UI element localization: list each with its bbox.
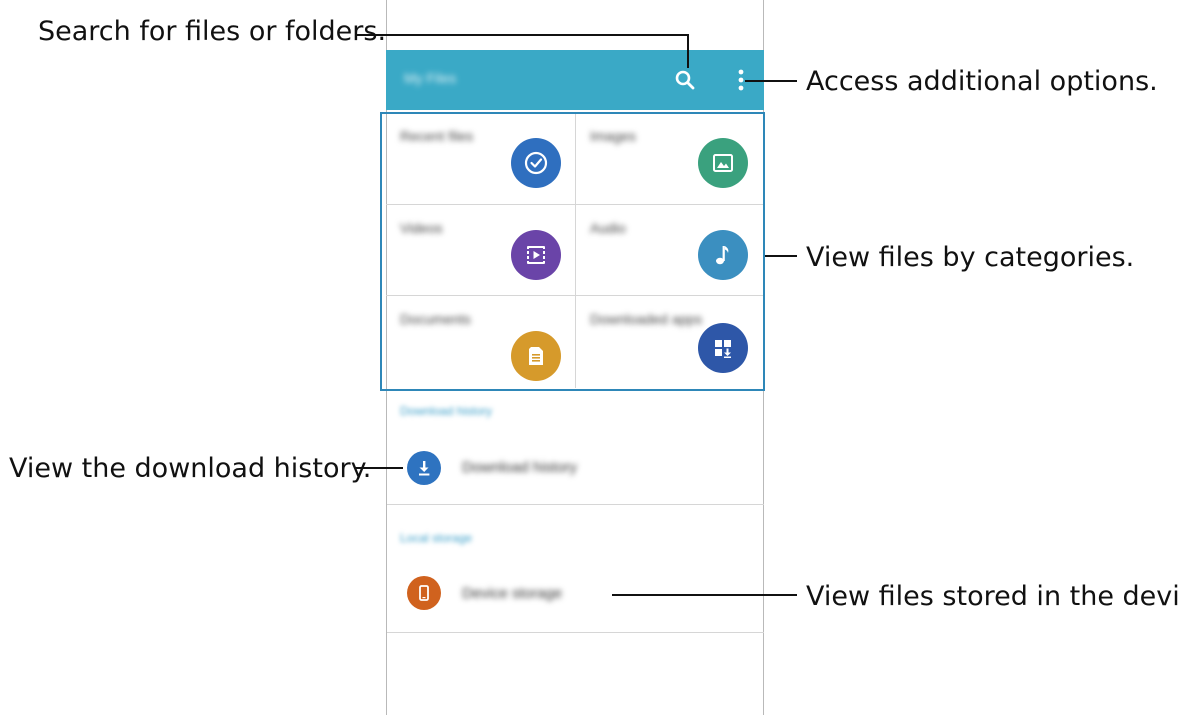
callout-line <box>355 467 403 469</box>
annotation-options: Access additional options. <box>806 66 1158 97</box>
search-icon[interactable] <box>669 64 701 96</box>
row-divider <box>387 504 764 505</box>
annotation-search: Search for files or folders. <box>38 16 387 47</box>
app-bar: My Files <box>386 50 764 110</box>
row-divider <box>387 632 764 633</box>
download-history-item[interactable]: Download history <box>462 459 577 476</box>
local-storage-header: Local storage <box>400 531 473 545</box>
app-title: My Files <box>404 70 457 86</box>
download-icon[interactable] <box>407 451 441 485</box>
callout-line <box>687 34 689 68</box>
device-storage-item[interactable]: Device storage <box>462 585 562 602</box>
callout-line <box>745 80 797 82</box>
callout-line <box>765 255 797 257</box>
annotation-categories: View files by categories. <box>806 242 1135 273</box>
download-history-header: Download history <box>400 404 493 418</box>
callout-line <box>355 34 689 36</box>
callout-line <box>612 594 797 596</box>
categories-highlight-box <box>380 112 765 391</box>
phone-icon[interactable] <box>407 576 441 610</box>
annotation-download-history: View the download history. <box>9 453 372 484</box>
annotation-device: View files stored in the device. <box>806 581 1179 612</box>
